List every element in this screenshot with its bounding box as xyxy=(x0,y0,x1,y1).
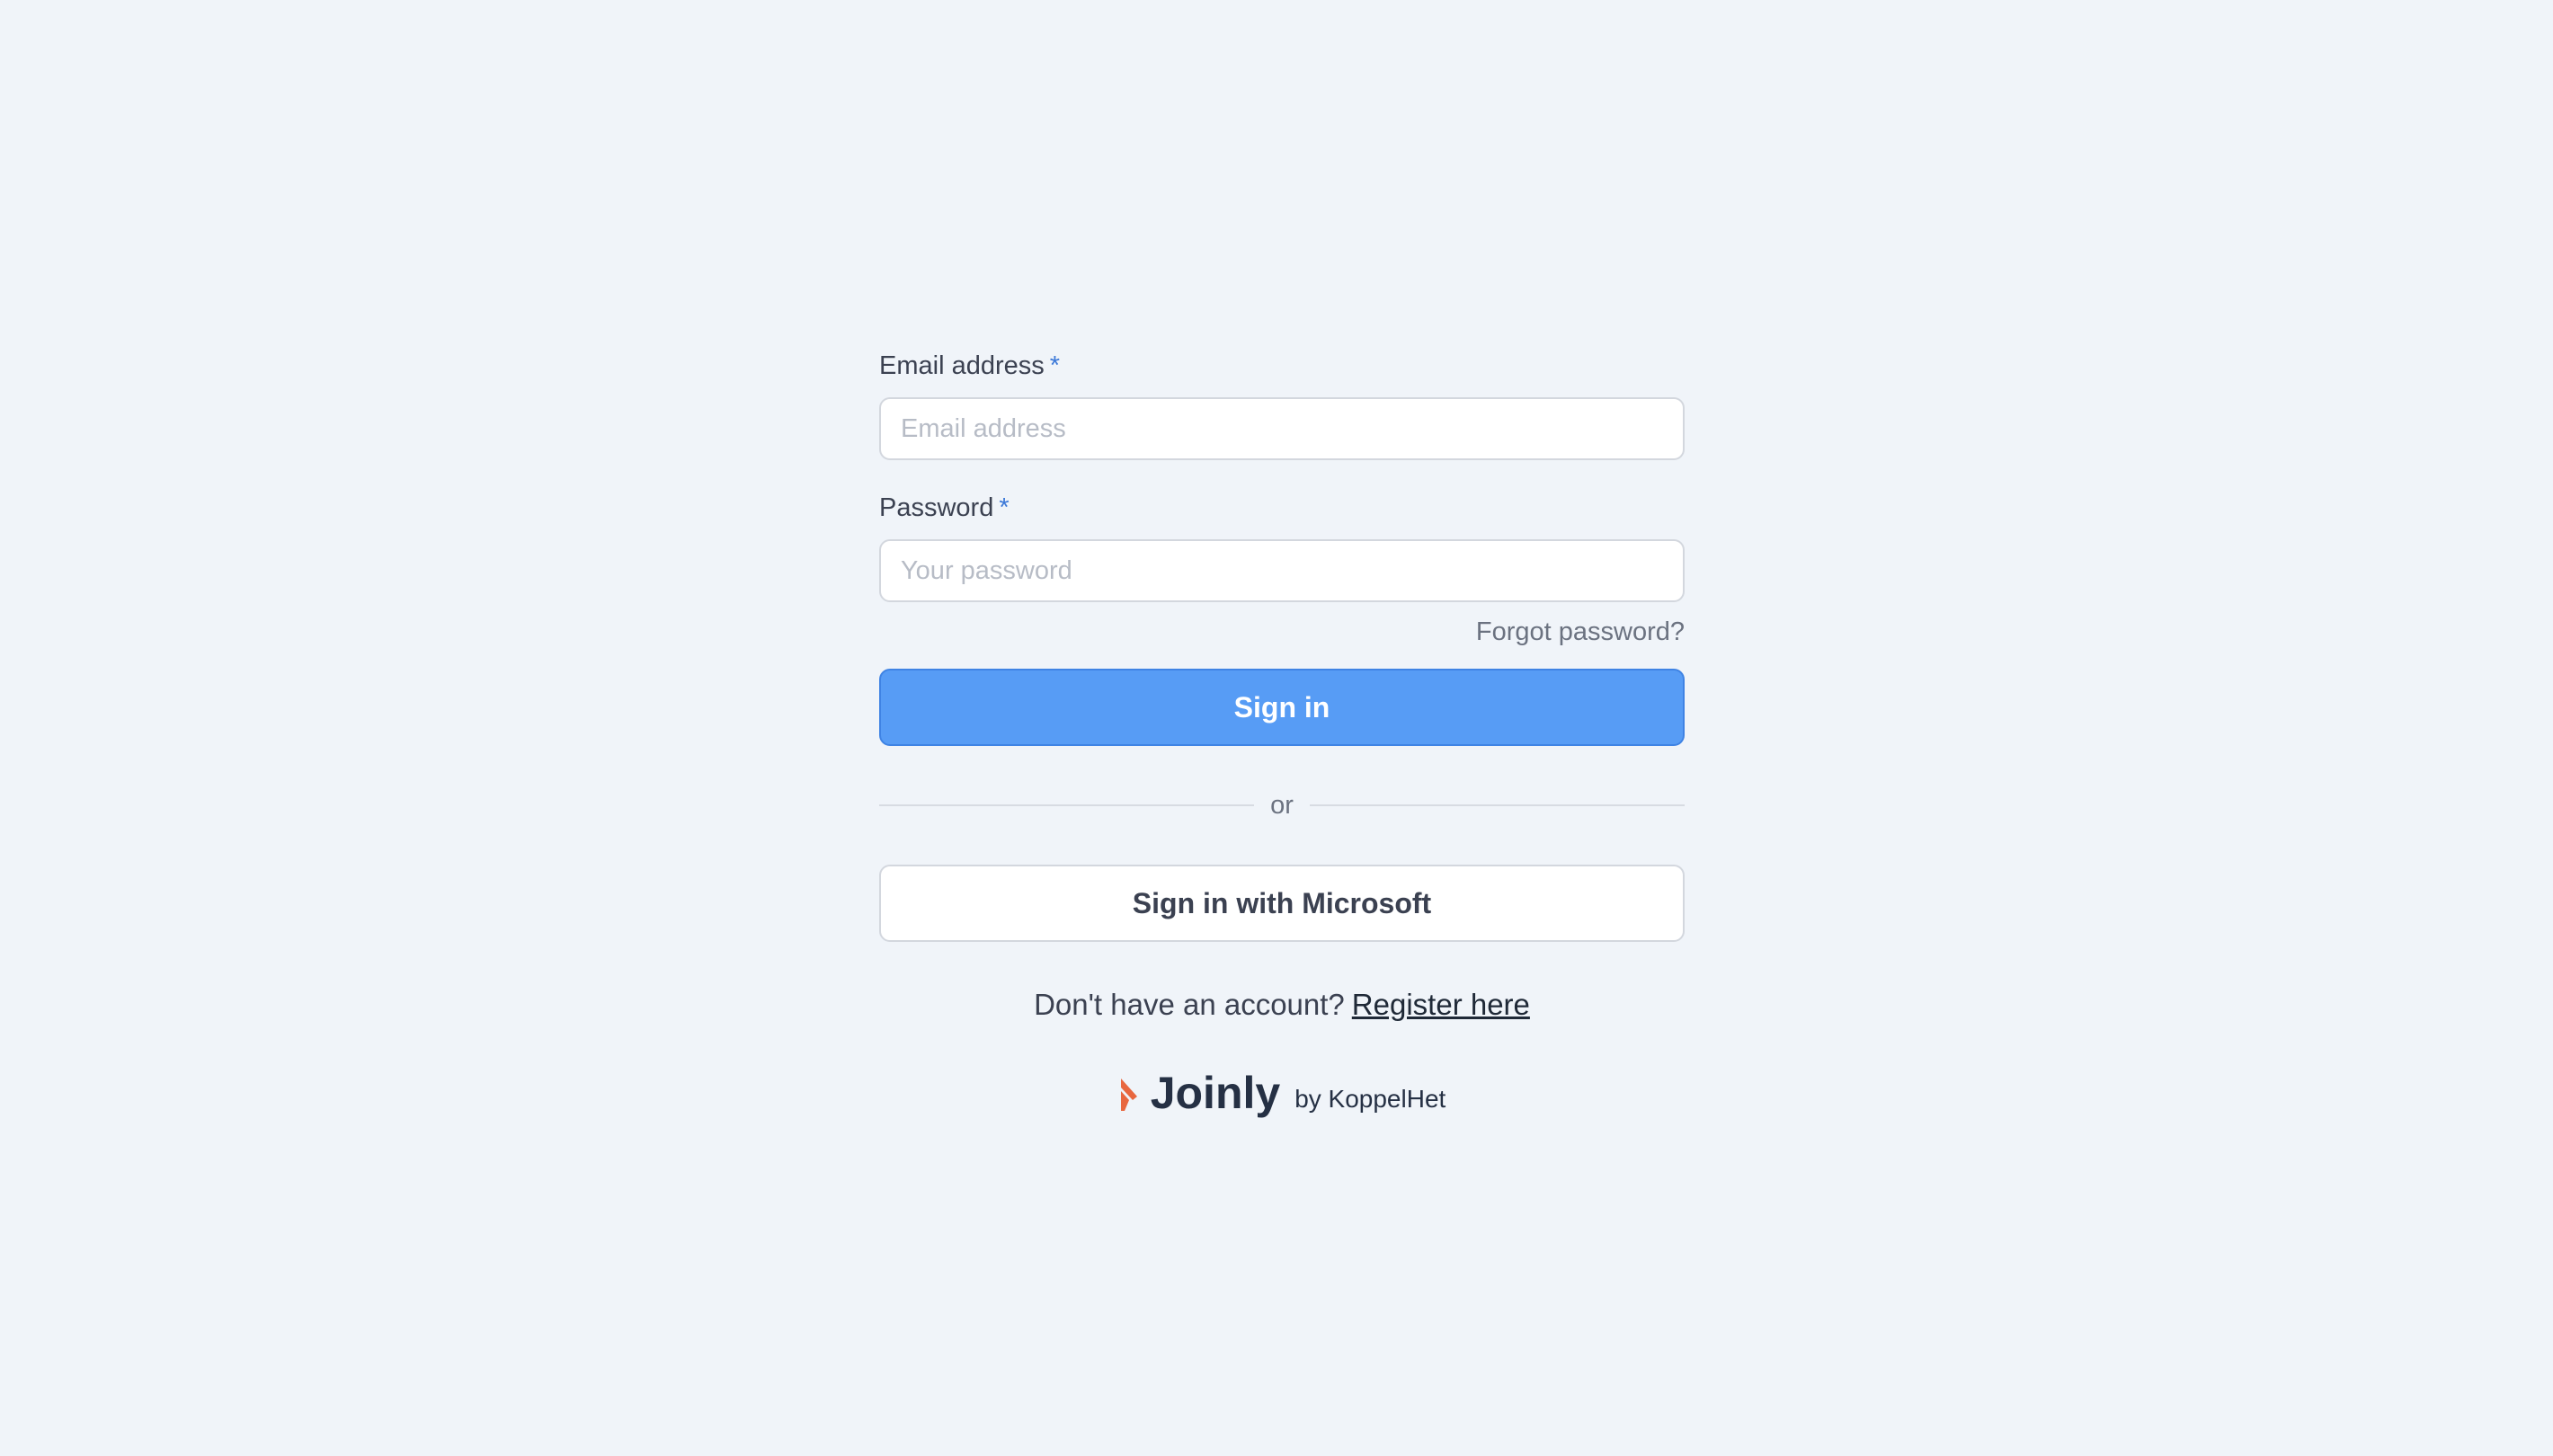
register-link[interactable]: Register here xyxy=(1352,988,1530,1021)
divider-line-left xyxy=(879,804,1255,806)
divider-text: or xyxy=(1270,790,1294,820)
sign-in-button[interactable]: Sign in xyxy=(879,669,1685,746)
brand-footer: Joinly by KoppelHet xyxy=(879,1066,1685,1120)
or-divider: or xyxy=(879,787,1686,823)
brand-byline: by KoppelHet xyxy=(1294,1085,1446,1113)
login-form: Email address* Password* Forgot password… xyxy=(879,349,1686,1120)
microsoft-sign-in-button[interactable]: Sign in with Microsoft xyxy=(879,865,1685,942)
password-label: Password * xyxy=(879,491,1685,525)
forgot-password-row: Forgot password? xyxy=(879,602,1685,661)
password-field[interactable] xyxy=(879,539,1685,602)
email-label: Email address * xyxy=(879,349,1685,383)
email-field[interactable] xyxy=(879,397,1685,460)
email-label-text: Email address xyxy=(879,351,1045,380)
brand-name: Joinly xyxy=(1150,1068,1281,1118)
divider-line-right xyxy=(1309,804,1686,806)
password-required-marker: * xyxy=(999,493,1010,522)
login-page: Email address* Password* Forgot password… xyxy=(0,0,2553,1456)
register-prompt: Don't have an account? Register here xyxy=(879,985,1685,1025)
password-label-text: Password xyxy=(879,493,994,522)
register-prompt-text: Don't have an account? xyxy=(1034,988,1345,1021)
email-required-marker: * xyxy=(1049,351,1061,380)
joinly-logo-icon xyxy=(1120,1079,1137,1111)
forgot-password-link[interactable]: Forgot password? xyxy=(1476,617,1685,647)
